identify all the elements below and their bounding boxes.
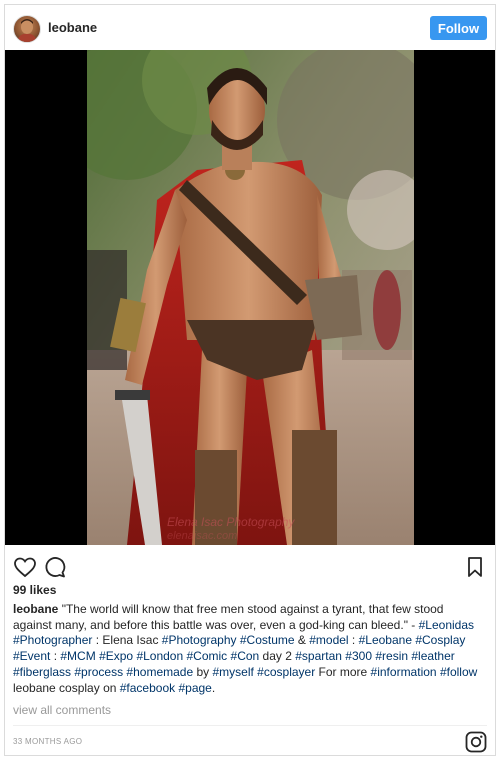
post-header: leobane Follow bbox=[5, 5, 495, 50]
caption-username[interactable]: leobane bbox=[13, 602, 58, 616]
caption-text-segment: "The world will know that free men stood… bbox=[13, 602, 444, 632]
bookmark-icon[interactable] bbox=[463, 555, 487, 579]
caption-text-segment: leobane cosplay on bbox=[13, 680, 120, 695]
action-bar bbox=[5, 551, 495, 581]
hashtag-link[interactable]: #Photographer bbox=[13, 633, 92, 647]
avatar[interactable] bbox=[13, 15, 41, 43]
hashtag-link[interactable]: #homemade bbox=[126, 665, 193, 679]
caption-text-segment: : bbox=[348, 633, 359, 648]
hashtag-link[interactable]: #300 bbox=[345, 649, 372, 663]
post-username[interactable]: leobane bbox=[48, 20, 97, 35]
hashtag-link[interactable]: #Costume bbox=[240, 633, 295, 647]
instagram-logo-icon[interactable] bbox=[465, 731, 487, 753]
caption-text-segment: & bbox=[294, 633, 310, 648]
hashtag-link[interactable]: #Leonidas bbox=[419, 618, 474, 632]
hashtag-link[interactable]: #MCM bbox=[60, 649, 95, 663]
hashtag-link[interactable]: #Photography bbox=[162, 633, 237, 647]
likes-count[interactable]: 99 likes bbox=[13, 583, 56, 597]
follow-button[interactable]: Follow bbox=[430, 16, 487, 40]
view-all-comments-link[interactable]: view all comments bbox=[13, 703, 111, 717]
post-caption: leobane "The world will know that free m… bbox=[13, 602, 485, 696]
caption-text-segment: : Elena Isac bbox=[92, 633, 162, 648]
caption-text-segment: : bbox=[50, 649, 61, 664]
heart-icon[interactable] bbox=[13, 555, 37, 579]
cosplay-photo: Elena Isac Photography elenaisac.com bbox=[87, 50, 414, 545]
hashtag-link[interactable]: #Leobane bbox=[359, 633, 412, 647]
hashtag-link[interactable]: #facebook bbox=[120, 681, 175, 695]
hashtag-link[interactable]: #page bbox=[178, 681, 211, 695]
hashtag-link[interactable]: #Comic bbox=[187, 649, 228, 663]
hashtag-link[interactable]: #cosplayer bbox=[257, 665, 315, 679]
caption-text-segment: . bbox=[211, 680, 216, 695]
hashtag-link[interactable]: #fiberglass bbox=[13, 665, 71, 679]
hashtag-link[interactable]: #Event bbox=[13, 649, 50, 663]
caption-text-segment: day 2 bbox=[259, 649, 296, 664]
hashtag-link[interactable]: #Expo bbox=[99, 649, 133, 663]
hashtag-link[interactable]: #London bbox=[136, 649, 183, 663]
divider bbox=[13, 725, 487, 726]
caption-text-segment: For more bbox=[315, 664, 371, 679]
photo-watermark: Elena Isac Photography bbox=[167, 515, 295, 529]
post-image[interactable]: Elena Isac Photography elenaisac.com bbox=[5, 50, 495, 545]
caption-text-segment: by bbox=[193, 664, 213, 679]
hashtag-link[interactable]: #spartan bbox=[295, 649, 342, 663]
post-timestamp[interactable]: 33 MONTHS AGO bbox=[13, 737, 82, 746]
post-card: leobane Follow Elena Isac Photography el… bbox=[4, 4, 496, 756]
hashtag-link[interactable]: #resin bbox=[375, 649, 408, 663]
comment-icon[interactable] bbox=[43, 555, 67, 579]
hashtag-link[interactable]: #myself bbox=[212, 665, 253, 679]
hashtag-link[interactable]: #Cosplay bbox=[415, 633, 465, 647]
hashtag-link[interactable]: #information bbox=[371, 665, 437, 679]
hashtag-link[interactable]: #follow bbox=[440, 665, 477, 679]
hashtag-link[interactable]: #leather bbox=[411, 649, 454, 663]
hashtag-link[interactable]: #Con bbox=[231, 649, 260, 663]
hashtag-link[interactable]: #process bbox=[74, 665, 123, 679]
caption-text: "The world will know that free men stood… bbox=[13, 602, 477, 695]
photo-watermark-url: elenaisac.com bbox=[167, 530, 238, 542]
hashtag-link[interactable]: #model bbox=[309, 633, 348, 647]
